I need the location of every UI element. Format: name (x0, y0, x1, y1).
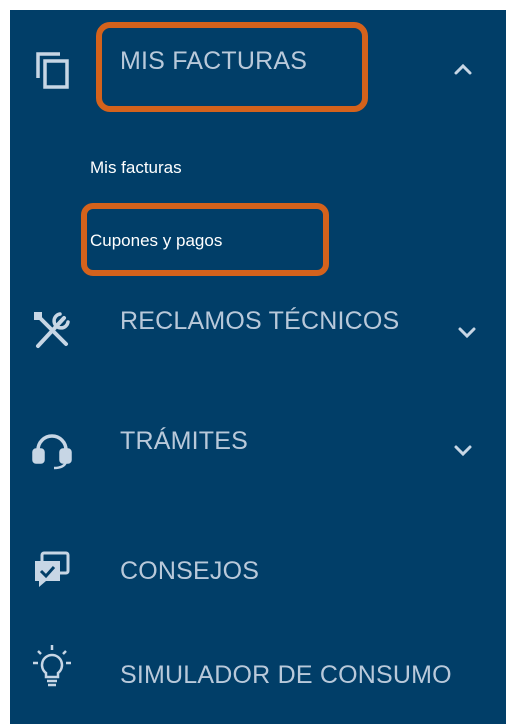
menu-item-label: TRÁMITES (120, 427, 248, 455)
lightbulb-icon (30, 643, 74, 687)
menu-item-label: SIMULADOR DE CONSUMO (120, 661, 452, 689)
menu-item-consejos[interactable]: CONSEJOS (10, 535, 506, 610)
chat-check-icon (30, 549, 74, 593)
submenu-item-mis-facturas[interactable]: Mis facturas (90, 158, 182, 178)
chevron-down-icon[interactable] (456, 322, 478, 344)
chevron-up-icon[interactable] (452, 58, 474, 80)
menu-item-reclamos-tecnicos[interactable]: RECLAMOS TÉCNICOS (10, 290, 506, 365)
menu-item-mis-facturas[interactable]: MIS FACTURAS (10, 30, 506, 105)
headset-icon (30, 428, 74, 472)
menu-item-label: MIS FACTURAS (120, 47, 308, 75)
chevron-down-icon[interactable] (452, 440, 474, 462)
menu-item-label: CONSEJOS (120, 557, 260, 585)
tools-icon (30, 308, 74, 352)
menu-item-simulador-de-consumo[interactable]: SIMULADOR DE CONSUMO (10, 635, 506, 710)
menu-item-label: RECLAMOS TÉCNICOS (120, 307, 400, 335)
submenu-item-cupones-y-pagos[interactable]: Cupones y pagos (90, 231, 222, 251)
menu-item-tramites[interactable]: TRÁMITES (10, 410, 506, 485)
side-menu: MIS FACTURAS Mis facturas Cupones y pago… (10, 10, 506, 724)
copy-icon (30, 48, 74, 92)
